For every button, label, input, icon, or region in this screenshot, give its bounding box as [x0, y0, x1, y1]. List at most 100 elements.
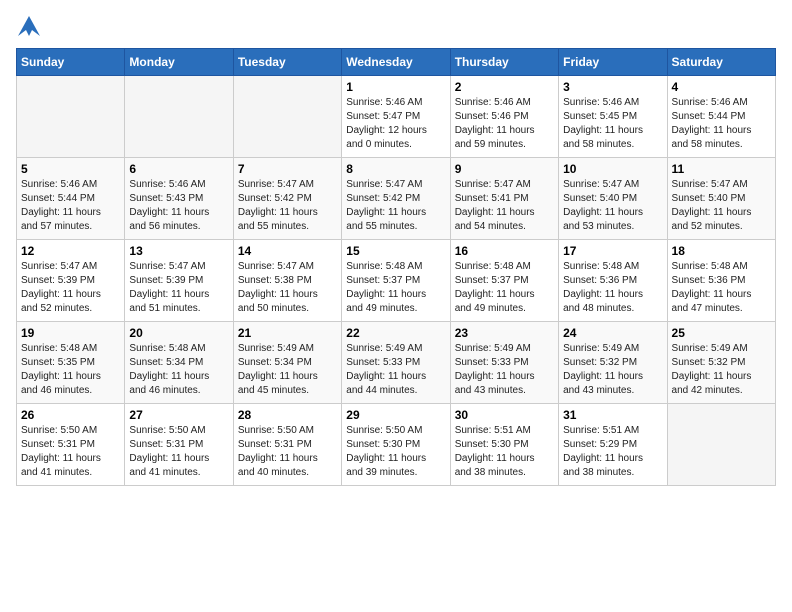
calendar-cell: 30 Sunrise: 5:51 AMSunset: 5:30 PMDayligh… [450, 404, 558, 486]
page-header [16, 16, 776, 36]
calendar-cell: 24 Sunrise: 5:49 AMSunset: 5:32 PMDayligh… [559, 322, 667, 404]
calendar-cell: 18 Sunrise: 5:48 AMSunset: 5:36 PMDayligh… [667, 240, 775, 322]
calendar-cell: 7 Sunrise: 5:47 AMSunset: 5:42 PMDaylight… [233, 158, 341, 240]
calendar-cell: 4 Sunrise: 5:46 AMSunset: 5:44 PMDaylight… [667, 76, 775, 158]
col-header-wednesday: Wednesday [342, 49, 450, 76]
day-info: Sunrise: 5:49 AMSunset: 5:33 PMDaylight:… [346, 342, 445, 398]
col-header-sunday: Sunday [17, 49, 125, 76]
day-number: 11 [672, 162, 771, 176]
day-info: Sunrise: 5:46 AMSunset: 5:45 PMDaylight:… [563, 96, 662, 152]
day-info: Sunrise: 5:47 AMSunset: 5:42 PMDaylight:… [238, 178, 337, 234]
day-number: 29 [346, 408, 445, 422]
day-info: Sunrise: 5:47 AMSunset: 5:40 PMDaylight:… [563, 178, 662, 234]
calendar-cell: 1 Sunrise: 5:46 AMSunset: 5:47 PMDaylight… [342, 76, 450, 158]
calendar-cell [233, 76, 341, 158]
week-row-4: 19 Sunrise: 5:48 AMSunset: 5:35 PMDayligh… [17, 322, 776, 404]
day-number: 1 [346, 80, 445, 94]
col-header-tuesday: Tuesday [233, 49, 341, 76]
logo [16, 16, 42, 36]
day-number: 19 [21, 326, 120, 340]
day-number: 16 [455, 244, 554, 258]
calendar-cell: 8 Sunrise: 5:47 AMSunset: 5:42 PMDaylight… [342, 158, 450, 240]
calendar-cell: 15 Sunrise: 5:48 AMSunset: 5:37 PMDayligh… [342, 240, 450, 322]
day-number: 6 [129, 162, 228, 176]
week-row-2: 5Sunrise: 5:46 AMSunset: 5:44 PMDaylight… [17, 158, 776, 240]
calendar-cell: 29Sunrise: 5:50 AMSunset: 5:30 PMDayligh… [342, 404, 450, 486]
day-info: Sunrise: 5:48 AMSunset: 5:37 PMDaylight:… [346, 260, 445, 316]
calendar-cell [125, 76, 233, 158]
day-number: 3 [563, 80, 662, 94]
day-info: Sunrise: 5:46 AMSunset: 5:43 PMDaylight:… [129, 178, 228, 234]
day-number: 17 [563, 244, 662, 258]
day-info: Sunrise: 5:47 AMSunset: 5:38 PMDaylight:… [238, 260, 337, 316]
week-row-1: 1 Sunrise: 5:46 AMSunset: 5:47 PMDaylight… [17, 76, 776, 158]
calendar-cell: 11 Sunrise: 5:47 AMSunset: 5:40 PMDayligh… [667, 158, 775, 240]
day-info: Sunrise: 5:51 AMSunset: 5:30 PMDaylight:… [455, 424, 554, 480]
day-info: Sunrise: 5:49 AMSunset: 5:34 PMDaylight:… [238, 342, 337, 398]
week-row-5: 26 Sunrise: 5:50 AMSunset: 5:31 PMDayligh… [17, 404, 776, 486]
day-info: Sunrise: 5:48 AMSunset: 5:36 PMDaylight:… [672, 260, 771, 316]
calendar-cell: 20 Sunrise: 5:48 AMSunset: 5:34 PMDayligh… [125, 322, 233, 404]
day-info: Sunrise: 5:49 AMSunset: 5:33 PMDaylight:… [455, 342, 554, 398]
calendar-cell: 12 Sunrise: 5:47 AMSunset: 5:39 PMDayligh… [17, 240, 125, 322]
calendar-cell: 2 Sunrise: 5:46 AMSunset: 5:46 PMDaylight… [450, 76, 558, 158]
day-number: 27 [129, 408, 228, 422]
day-number: 2 [455, 80, 554, 94]
day-info: Sunrise: 5:46 AMSunset: 5:46 PMDaylight:… [455, 96, 554, 152]
week-row-3: 12 Sunrise: 5:47 AMSunset: 5:39 PMDayligh… [17, 240, 776, 322]
day-number: 7 [238, 162, 337, 176]
day-number: 28 [238, 408, 337, 422]
calendar-cell: 10Sunrise: 5:47 AMSunset: 5:40 PMDayligh… [559, 158, 667, 240]
day-number: 14 [238, 244, 337, 258]
day-info: Sunrise: 5:46 AMSunset: 5:47 PMDaylight:… [346, 96, 445, 152]
day-info: Sunrise: 5:46 AMSunset: 5:44 PMDaylight:… [21, 178, 120, 234]
day-info: Sunrise: 5:50 AMSunset: 5:31 PMDaylight:… [129, 424, 228, 480]
day-info: Sunrise: 5:50 AMSunset: 5:31 PMDaylight:… [21, 424, 120, 480]
day-number: 24 [563, 326, 662, 340]
day-number: 13 [129, 244, 228, 258]
day-number: 18 [672, 244, 771, 258]
calendar-cell: 3 Sunrise: 5:46 AMSunset: 5:45 PMDaylight… [559, 76, 667, 158]
day-number: 4 [672, 80, 771, 94]
calendar-cell: 22 Sunrise: 5:49 AMSunset: 5:33 PMDayligh… [342, 322, 450, 404]
day-number: 26 [21, 408, 120, 422]
calendar-cell [17, 76, 125, 158]
calendar-cell: 5Sunrise: 5:46 AMSunset: 5:44 PMDaylight… [17, 158, 125, 240]
day-info: Sunrise: 5:47 AMSunset: 5:39 PMDaylight:… [21, 260, 120, 316]
day-info: Sunrise: 5:46 AMSunset: 5:44 PMDaylight:… [672, 96, 771, 152]
day-header-row: SundayMondayTuesdayWednesdayThursdayFrid… [17, 49, 776, 76]
calendar-cell: 9 Sunrise: 5:47 AMSunset: 5:41 PMDaylight… [450, 158, 558, 240]
day-info: Sunrise: 5:47 AMSunset: 5:41 PMDaylight:… [455, 178, 554, 234]
day-info: Sunrise: 5:47 AMSunset: 5:40 PMDaylight:… [672, 178, 771, 234]
calendar-cell: 17Sunrise: 5:48 AMSunset: 5:36 PMDayligh… [559, 240, 667, 322]
calendar-cell: 31 Sunrise: 5:51 AMSunset: 5:29 PMDayligh… [559, 404, 667, 486]
calendar-cell: 14 Sunrise: 5:47 AMSunset: 5:38 PMDayligh… [233, 240, 341, 322]
day-number: 20 [129, 326, 228, 340]
day-info: Sunrise: 5:49 AMSunset: 5:32 PMDaylight:… [672, 342, 771, 398]
day-info: Sunrise: 5:47 AMSunset: 5:42 PMDaylight:… [346, 178, 445, 234]
day-info: Sunrise: 5:49 AMSunset: 5:32 PMDaylight:… [563, 342, 662, 398]
day-info: Sunrise: 5:51 AMSunset: 5:29 PMDaylight:… [563, 424, 662, 480]
day-info: Sunrise: 5:48 AMSunset: 5:34 PMDaylight:… [129, 342, 228, 398]
calendar-cell: 23Sunrise: 5:49 AMSunset: 5:33 PMDayligh… [450, 322, 558, 404]
day-number: 31 [563, 408, 662, 422]
day-number: 9 [455, 162, 554, 176]
day-info: Sunrise: 5:48 AMSunset: 5:37 PMDaylight:… [455, 260, 554, 316]
calendar-cell: 16 Sunrise: 5:48 AMSunset: 5:37 PMDayligh… [450, 240, 558, 322]
day-number: 15 [346, 244, 445, 258]
col-header-thursday: Thursday [450, 49, 558, 76]
calendar-cell [667, 404, 775, 486]
calendar-cell: 19 Sunrise: 5:48 AMSunset: 5:35 PMDayligh… [17, 322, 125, 404]
day-number: 22 [346, 326, 445, 340]
calendar-table: SundayMondayTuesdayWednesdayThursdayFrid… [16, 48, 776, 486]
calendar-cell: 25Sunrise: 5:49 AMSunset: 5:32 PMDayligh… [667, 322, 775, 404]
day-info: Sunrise: 5:47 AMSunset: 5:39 PMDaylight:… [129, 260, 228, 316]
day-number: 12 [21, 244, 120, 258]
day-number: 30 [455, 408, 554, 422]
col-header-saturday: Saturday [667, 49, 775, 76]
day-info: Sunrise: 5:48 AMSunset: 5:35 PMDaylight:… [21, 342, 120, 398]
day-number: 8 [346, 162, 445, 176]
col-header-monday: Monday [125, 49, 233, 76]
day-number: 21 [238, 326, 337, 340]
calendar-cell: 21 Sunrise: 5:49 AMSunset: 5:34 PMDayligh… [233, 322, 341, 404]
